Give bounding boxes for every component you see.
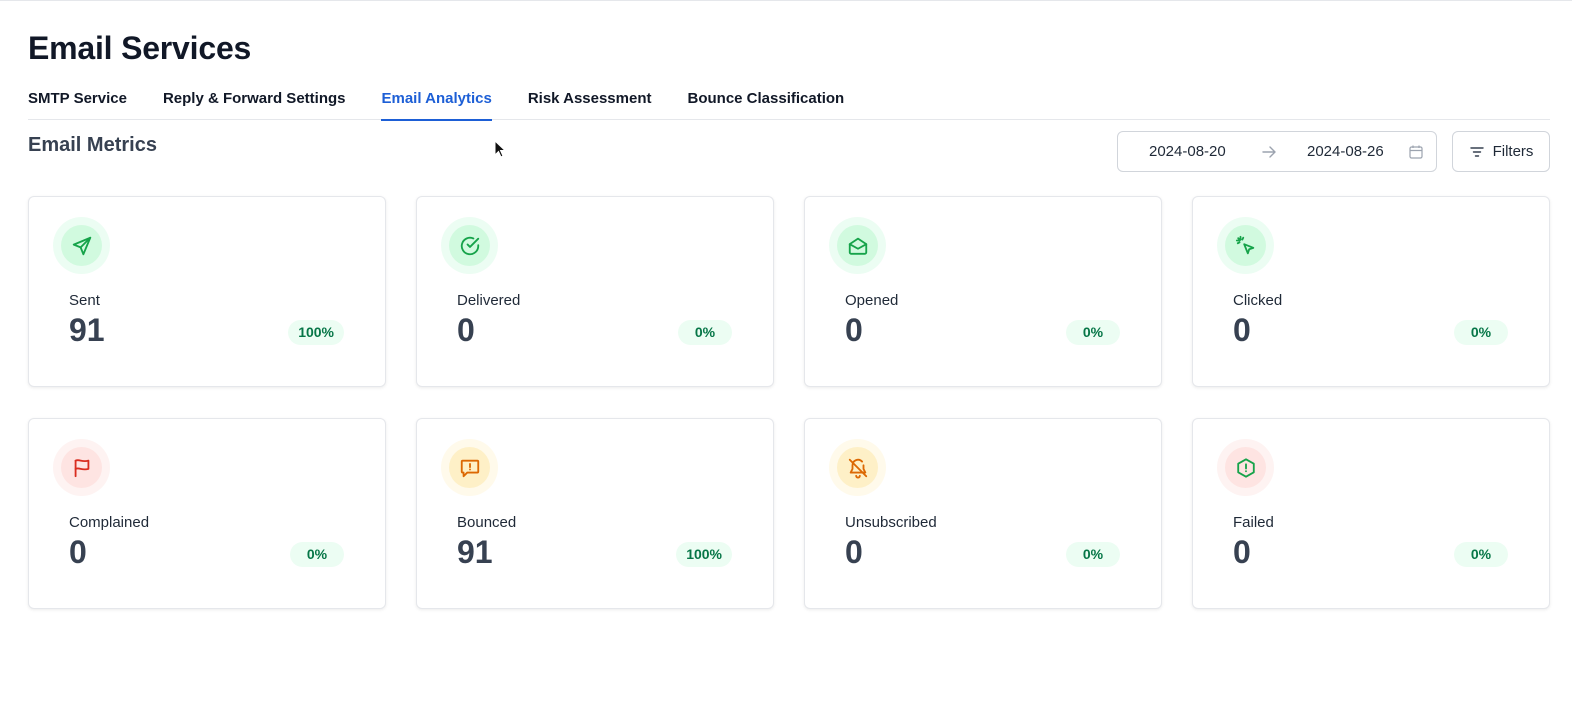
bell-off-icon: [848, 458, 867, 479]
metric-label: Unsubscribed: [845, 514, 937, 531]
percent-badge: 0%: [678, 320, 732, 345]
icon-circle: [829, 439, 886, 496]
message-alert-icon: [460, 459, 479, 477]
icon-circle: [53, 439, 110, 496]
filters-label: Filters: [1492, 143, 1534, 160]
icon-circle: [1217, 439, 1274, 496]
icon-circle-inner: [837, 447, 878, 488]
mouse-cursor-icon: [494, 140, 507, 158]
metric-label: Bounced: [457, 514, 517, 531]
tab-risk-assessment[interactable]: Risk Assessment: [528, 86, 652, 120]
icon-circle: [441, 217, 498, 274]
metric-card-sent: Sent 91 100%: [28, 196, 386, 387]
click-pointer-icon: [1235, 235, 1254, 254]
metric-value: 91: [457, 534, 493, 570]
metric-label: Delivered: [457, 292, 521, 309]
percent-badge: 0%: [1066, 542, 1120, 567]
metric-value: 91: [69, 312, 105, 348]
calendar-icon: [1409, 145, 1423, 159]
metric-label: Opened: [845, 292, 899, 309]
percent-badge: 0%: [1454, 542, 1508, 567]
percent-badge: 0%: [1066, 320, 1120, 345]
icon-circle: [441, 439, 498, 496]
icon-circle: [53, 217, 110, 274]
icon-circle-inner: [61, 225, 102, 266]
metric-value: 0: [845, 534, 863, 570]
percent-badge: 0%: [1454, 320, 1508, 345]
percent-badge: 100%: [676, 542, 732, 567]
percent-badge: 0%: [290, 542, 344, 567]
tab-bounce-classification[interactable]: Bounce Classification: [688, 86, 845, 120]
tab-email-analytics[interactable]: Email Analytics: [381, 86, 493, 121]
date-start-input[interactable]: 2024-08-20: [1149, 143, 1226, 160]
metric-value: 0: [1233, 534, 1251, 570]
top-divider: [0, 0, 1572, 1]
percent-badge: 100%: [288, 320, 344, 345]
metric-card-opened: Opened 0 0%: [804, 196, 1162, 387]
tab-reply-forward-settings[interactable]: Reply & Forward Settings: [163, 86, 346, 120]
arrow-right-icon: [1262, 146, 1276, 158]
icon-circle-inner: [1225, 447, 1266, 488]
date-range-picker[interactable]: 2024-08-20 2024-08-26: [1117, 131, 1437, 172]
icon-circle: [1217, 217, 1274, 274]
metric-card-clicked: Clicked 0 0%: [1192, 196, 1550, 387]
metric-label: Clicked: [1233, 292, 1283, 309]
metric-label: Complained: [69, 514, 150, 531]
date-end-input[interactable]: 2024-08-26: [1307, 143, 1384, 160]
icon-circle-inner: [61, 447, 102, 488]
send-icon: [72, 236, 91, 255]
metric-card-bounced: Bounced 91 100%: [416, 418, 774, 609]
metric-value: 0: [1233, 312, 1251, 348]
metric-value: 0: [457, 312, 475, 348]
icon-circle-inner: [449, 447, 490, 488]
page-title: Email Services: [28, 30, 252, 66]
filters-button[interactable]: Filters: [1452, 131, 1550, 172]
mail-open-icon: [848, 237, 867, 255]
metric-card-unsubscribed: Unsubscribed 0 0%: [804, 418, 1162, 609]
tab-bar: SMTP Service Reply & Forward Settings Em…: [28, 86, 1550, 121]
hexagon-alert-icon: [1236, 457, 1255, 478]
tab-smtp-service[interactable]: SMTP Service: [28, 86, 127, 120]
metric-card-failed: Failed 0 0%: [1192, 418, 1550, 609]
metric-card-complained: Complained 0 0%: [28, 418, 386, 609]
check-circle-icon: [460, 236, 479, 255]
icon-circle-inner: [1225, 225, 1266, 266]
filter-lines-icon: [1469, 146, 1484, 157]
icon-circle: [829, 217, 886, 274]
icon-circle-inner: [449, 225, 490, 266]
metric-label: Failed: [1233, 514, 1274, 531]
metric-value: 0: [69, 534, 87, 570]
icon-circle-inner: [837, 225, 878, 266]
flag-icon: [74, 458, 89, 477]
metric-card-delivered: Delivered 0 0%: [416, 196, 774, 387]
section-title: Email Metrics: [28, 134, 157, 156]
metric-value: 0: [845, 312, 863, 348]
metric-label: Sent: [69, 292, 100, 309]
